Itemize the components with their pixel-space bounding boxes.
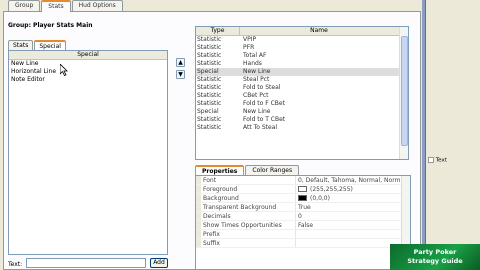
cell-name: Att To Steal — [243, 124, 278, 131]
cell-type: Statistic — [197, 84, 222, 91]
special-list: Special New Line Horizontal Line Note Ed… — [8, 50, 168, 255]
text-label: Text: — [8, 261, 23, 268]
sub-tabs: Stats Special — [8, 40, 67, 50]
stats-grid: Type Name Statistic VPIP Statistic PFR Sta… — [195, 26, 409, 160]
top-tabs: Group Stats Hud Options — [8, 0, 124, 12]
special-list-header[interactable]: Special — [9, 51, 167, 60]
checkbox[interactable] — [428, 157, 434, 163]
color-swatch — [298, 186, 307, 192]
arrow-up-button[interactable]: ▲ — [176, 58, 185, 67]
table-row[interactable]: Statistic CBet Pct — [196, 92, 408, 100]
cell-type: Statistic — [197, 52, 222, 59]
logo-line-1: Party Poker — [413, 248, 457, 256]
property-name: Font — [201, 176, 296, 184]
cell-name: CBet Pct — [243, 92, 269, 99]
cell-name: Fold to Steal — [243, 84, 281, 91]
property-name: Prefix — [201, 230, 296, 238]
property-name: Transparent Background — [201, 203, 296, 211]
table-row-selected[interactable]: Special New Line — [196, 68, 408, 76]
property-value: True — [298, 203, 311, 211]
stats-grid-scrollbar[interactable] — [399, 27, 408, 159]
property-value: 0, Default, Tahoma, Normal, Norm — [298, 176, 401, 184]
arrow-down-button[interactable]: ▼ — [176, 70, 185, 79]
logo-line-2: Strategy Guide — [407, 257, 463, 265]
side-text: Text — [435, 157, 447, 164]
property-value: 0 — [298, 212, 302, 220]
tab-stats-sub[interactable]: Stats — [8, 40, 34, 50]
tab-group[interactable]: Group — [8, 0, 41, 11]
table-row[interactable]: Statistic Fold to Steal — [196, 84, 408, 92]
cell-name: Fold to T CBet — [243, 116, 286, 123]
column-name-header[interactable]: Name — [240, 27, 398, 35]
cell-type: Statistic — [197, 92, 222, 99]
list-item[interactable]: New Line — [9, 60, 167, 68]
property-name: Background — [201, 194, 296, 202]
table-row[interactable]: Statistic VPIP — [196, 36, 408, 44]
table-row[interactable]: Statistic Fold to T CBet — [196, 116, 408, 124]
property-row[interactable]: Foreground (255,255,255) — [196, 185, 410, 194]
table-row[interactable]: Statistic Total AF — [196, 52, 408, 60]
property-name: Foreground — [201, 185, 296, 193]
property-row[interactable]: Font 0, Default, Tahoma, Normal, Norm — [196, 176, 410, 185]
property-row[interactable]: Decimals 0 — [196, 212, 410, 221]
color-swatch — [298, 195, 307, 201]
arrow-down-icon: ▼ — [178, 71, 183, 78]
property-tabs: Properties Color Ranges — [195, 165, 300, 175]
cell-name: New Line — [243, 68, 271, 75]
table-row[interactable]: Special New Line — [196, 108, 408, 116]
add-button[interactable]: Add — [150, 258, 168, 268]
cell-name: VPIP — [243, 36, 257, 43]
side-text-label: Text — [428, 157, 447, 164]
cell-name: PFR — [243, 44, 255, 51]
property-value: False — [298, 221, 314, 229]
text-input[interactable] — [26, 258, 146, 268]
property-value: (0,0,0) — [310, 194, 330, 202]
property-name: Suffix — [201, 239, 296, 247]
property-row[interactable]: Background (0,0,0) — [196, 194, 410, 203]
tab-properties[interactable]: Properties — [195, 165, 245, 175]
table-row[interactable]: Statistic Att To Steal — [196, 124, 408, 132]
property-value: (255,255,255) — [310, 185, 353, 193]
tab-color-ranges[interactable]: Color Ranges — [245, 165, 300, 175]
cell-type: Statistic — [197, 76, 222, 83]
property-name: Show Times Opportunities — [201, 221, 296, 229]
group-title: Group: Player Stats Main — [8, 22, 93, 29]
property-row[interactable]: Show Times Opportunities False — [196, 221, 410, 230]
cell-name: New Line — [243, 108, 271, 115]
table-row[interactable]: Statistic Hands — [196, 60, 408, 68]
cell-type: Statistic — [197, 100, 222, 107]
tab-stats[interactable]: Stats — [41, 0, 71, 12]
table-row[interactable]: Statistic PFR — [196, 44, 408, 52]
table-row[interactable]: Statistic Steal Pct — [196, 76, 408, 84]
list-item[interactable]: Horizontal Line — [9, 68, 167, 76]
cell-name: Fold to F CBet — [243, 100, 285, 107]
list-item[interactable]: Note Editor — [9, 76, 167, 84]
cell-type: Statistic — [197, 60, 222, 67]
cell-type: Statistic — [197, 116, 222, 123]
cell-type: Statistic — [197, 44, 222, 51]
scrollbar-thumb[interactable] — [401, 36, 408, 146]
property-grid: Font 0, Default, Tahoma, Normal, Norm For… — [195, 175, 411, 270]
property-name: Decimals — [201, 212, 296, 220]
stats-grid-header: Type Name — [196, 27, 408, 36]
cell-type: Special — [197, 108, 219, 115]
strategy-guide-logo: Party Poker Strategy Guide — [390, 244, 480, 270]
property-row[interactable]: Suffix — [196, 239, 410, 248]
cell-name: Hands — [243, 60, 262, 67]
property-row[interactable]: Transparent Background True — [196, 203, 410, 212]
cell-name: Steal Pct — [243, 76, 270, 83]
cell-type: Special — [197, 68, 219, 75]
mouse-cursor-icon — [60, 64, 68, 76]
property-row[interactable]: Prefix — [196, 230, 410, 239]
cell-name: Total AF — [243, 52, 267, 59]
cell-type: Statistic — [197, 36, 222, 43]
right-window-body — [425, 0, 480, 244]
cell-type: Statistic — [197, 124, 222, 131]
tab-hud-options[interactable]: Hud Options — [71, 0, 123, 11]
tab-special[interactable]: Special — [34, 40, 66, 50]
arrow-up-icon: ▲ — [178, 59, 183, 66]
column-type-header[interactable]: Type — [196, 27, 240, 35]
table-row[interactable]: Statistic Fold to F CBet — [196, 100, 408, 108]
